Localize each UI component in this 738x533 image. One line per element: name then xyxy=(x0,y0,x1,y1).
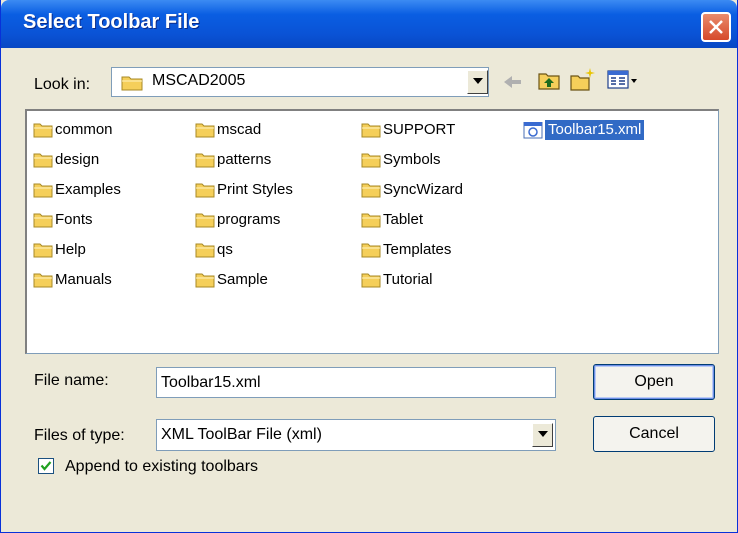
folder-item-label: Help xyxy=(55,241,86,258)
file-name-input[interactable] xyxy=(157,368,555,397)
folder-icon xyxy=(361,153,381,168)
folder-item-label: Sample xyxy=(217,271,268,288)
title-bar[interactable]: Select Toolbar File xyxy=(1,0,737,48)
folder-icon xyxy=(361,243,381,258)
folder-item-label: Tutorial xyxy=(383,271,433,288)
back-button[interactable] xyxy=(501,70,525,94)
view-menu-button[interactable] xyxy=(607,68,639,92)
folder-icon xyxy=(33,243,53,258)
xml-file-icon xyxy=(523,122,543,139)
chevron-down-icon xyxy=(473,78,483,84)
file-list[interactable]: common design Examples Fonts Help Manuals msc… xyxy=(25,109,719,354)
window-title: Select Toolbar File xyxy=(23,11,200,33)
folder-icon xyxy=(361,273,381,288)
files-of-type-dropdown-button[interactable] xyxy=(532,423,553,447)
folder-item-label: patterns xyxy=(217,151,272,168)
look-in-value: MSCAD2005 xyxy=(152,72,246,89)
back-arrow-icon xyxy=(504,76,521,88)
files-of-type-label: Files of type: xyxy=(34,427,125,444)
file-item-label: Toolbar15.xml xyxy=(545,120,645,140)
new-folder-icon xyxy=(570,68,595,91)
folder-icon xyxy=(361,213,381,228)
folder-item-label: SUPPORT xyxy=(383,121,456,138)
folder-item-label: SyncWizard xyxy=(383,181,464,198)
append-checkbox[interactable] xyxy=(38,458,54,474)
look-in-label: Look in: xyxy=(34,76,91,93)
file-name-label: File name: xyxy=(34,372,109,389)
folder-item-label: Fonts xyxy=(55,211,93,228)
cancel-button[interactable]: Cancel xyxy=(593,416,715,452)
folder-icon xyxy=(33,123,53,138)
folder-item-label: Examples xyxy=(55,181,121,198)
folder-item-label: programs xyxy=(217,211,281,228)
folder-icon xyxy=(121,76,143,91)
folder-icon xyxy=(195,123,215,138)
folder-icon xyxy=(361,123,381,138)
folder-icon xyxy=(195,153,215,168)
folder-item-label: qs xyxy=(217,241,233,258)
checkmark-icon xyxy=(40,461,52,471)
folder-icon xyxy=(195,183,215,198)
open-button[interactable]: Open xyxy=(593,364,715,400)
files-of-type-combo[interactable]: XML ToolBar File (xml) xyxy=(156,419,556,451)
close-button[interactable] xyxy=(701,12,731,42)
folder-icon xyxy=(195,243,215,258)
folder-item-label: Print Styles xyxy=(217,181,293,198)
folder-icon xyxy=(33,213,53,228)
folder-icon xyxy=(33,273,53,288)
folder-icon xyxy=(195,213,215,228)
select-toolbar-file-dialog: Select Toolbar File Look in: MSCAD2005 c… xyxy=(0,0,738,533)
folder-icon xyxy=(195,273,215,288)
folder-item-label: Symbols xyxy=(383,151,441,168)
close-icon xyxy=(709,20,723,34)
file-name-field[interactable] xyxy=(156,367,556,398)
folder-item-label: design xyxy=(55,151,100,168)
append-label: Append to existing toolbars xyxy=(65,458,259,475)
folder-item-label: Manuals xyxy=(55,271,112,288)
files-of-type-value: XML ToolBar File (xml) xyxy=(161,426,322,443)
look-in-dropdown-button[interactable] xyxy=(467,70,488,94)
look-in-combo[interactable]: MSCAD2005 xyxy=(111,67,489,97)
up-folder-icon xyxy=(538,73,560,90)
folder-item-label: common xyxy=(55,121,113,138)
chevron-down-icon xyxy=(538,431,548,437)
create-new-folder-button[interactable] xyxy=(569,66,597,94)
folder-item-label: Templates xyxy=(383,241,452,258)
folder-item-label: mscad xyxy=(217,121,262,138)
folder-icon xyxy=(33,153,53,168)
up-one-level-button[interactable] xyxy=(537,68,561,92)
folder-icon xyxy=(33,183,53,198)
folder-item-label: Tablet xyxy=(383,211,424,228)
view-menu-icon xyxy=(607,70,637,89)
folder-icon xyxy=(361,183,381,198)
